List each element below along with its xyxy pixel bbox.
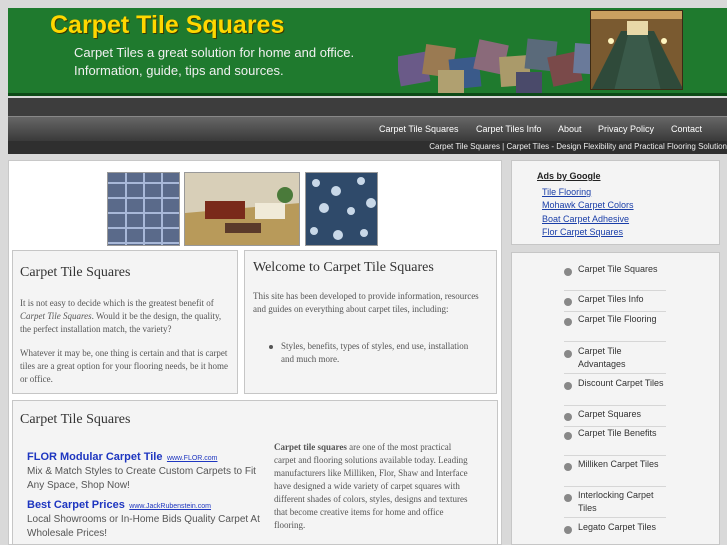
carpet-tile-photo-1 bbox=[107, 172, 180, 246]
breadcrumb: Carpet Tile Squares | Carpet Tiles - Des… bbox=[429, 142, 727, 151]
sidebar-item-interlocking-carpet-tiles[interactable]: Interlocking Carpet Tiles bbox=[564, 489, 666, 518]
sidebar-item-carpet-tile-flooring[interactable]: Carpet Tile Flooring bbox=[564, 313, 666, 342]
article-box: Carpet Tile Squares FLOR Modular Carpet … bbox=[12, 400, 498, 545]
welcome-intro: This site has been developed to provide … bbox=[253, 291, 479, 314]
bullet-icon bbox=[564, 413, 572, 421]
sidebar-item-label: Carpet Squares bbox=[578, 409, 642, 419]
carpet-tile-photo-2 bbox=[305, 172, 378, 246]
nav-privacy-policy[interactable]: Privacy Policy bbox=[598, 124, 654, 134]
intro-p1-emphasis: Carpet Tile Squares bbox=[20, 311, 92, 321]
tagline-line-1: Carpet Tiles a great solution for home a… bbox=[74, 45, 355, 60]
ad-1-url[interactable]: www.FLOR.com bbox=[167, 455, 218, 462]
bullet-dot-icon bbox=[269, 345, 273, 349]
tagline-line-2: Information, guide, tips and sources. bbox=[74, 63, 284, 78]
intro-paragraph-2: Whatever it may be, one thing is certain… bbox=[20, 348, 228, 384]
bullet-icon bbox=[564, 268, 572, 276]
ad-1-text: Mix & Match Styles to Create Custom Carp… bbox=[27, 466, 256, 491]
nav-about[interactable]: About bbox=[558, 124, 582, 134]
sponsored-ad-2[interactable]: Best Carpet Prices www.JackRubenstein.co… bbox=[27, 495, 272, 541]
main-nav: Carpet Tile Squares Carpet Tiles Info Ab… bbox=[8, 116, 727, 141]
welcome-box: Welcome to Carpet Tile Squares This site… bbox=[244, 250, 497, 394]
sidebar-item-carpet-tile-squares[interactable]: Carpet Tile Squares bbox=[564, 263, 666, 291]
nav-contact[interactable]: Contact bbox=[671, 124, 702, 134]
ad-2-text: Local Showrooms or In-Home Bids Quality … bbox=[27, 514, 260, 539]
sidebar-item-label: Carpet Tile Advantages bbox=[578, 346, 626, 369]
hallway-photo bbox=[590, 10, 683, 90]
sidebar-menu: Carpet Tile Squares Carpet Tiles Info Ca… bbox=[511, 252, 720, 545]
sidebar-item-label: Discount Carpet Tiles bbox=[578, 378, 664, 388]
ad-link-tile-flooring[interactable]: Tile Flooring bbox=[542, 187, 591, 197]
sidebar-item-label: Carpet Tile Squares bbox=[578, 264, 658, 274]
article-body: Carpet tile squares are one of the most … bbox=[274, 441, 470, 532]
sidebar-item-label: Interlocking Carpet Tiles bbox=[578, 490, 654, 513]
welcome-list: Styles, benefits, types of styles, end u… bbox=[269, 340, 469, 366]
sidebar-item-milliken-carpet-tiles[interactable]: Milliken Carpet Tiles bbox=[564, 458, 666, 487]
ad-link-mohawk[interactable]: Mohawk Carpet Colors bbox=[542, 200, 634, 210]
ad-2-title[interactable]: Best Carpet Prices bbox=[27, 499, 125, 511]
ad-1-title[interactable]: FLOR Modular Carpet Tile bbox=[27, 451, 162, 463]
sidebar-item-carpet-tiles-info[interactable]: Carpet Tiles Info bbox=[564, 293, 666, 312]
bullet-icon bbox=[564, 382, 572, 390]
sidebar-item-label: Carpet Tile Flooring bbox=[578, 314, 657, 324]
google-ads-box: Ads by Google Tile Flooring Mohawk Carpe… bbox=[511, 160, 720, 245]
bullet-icon bbox=[564, 494, 572, 502]
carpet-tiles-image bbox=[398, 38, 606, 93]
bullet-icon bbox=[564, 350, 572, 358]
intro-paragraph-1: It is not easy to decide which is the gr… bbox=[20, 297, 234, 336]
intro-p1-start: It is not easy to decide which is the gr… bbox=[20, 298, 214, 308]
article-body-lead: Carpet tile squares bbox=[274, 442, 347, 452]
sidebar-item-label: Milliken Carpet Tiles bbox=[578, 459, 659, 469]
sidebar-item-carpet-tile-benefits[interactable]: Carpet Tile Benefits bbox=[564, 427, 666, 456]
bullet-icon bbox=[564, 526, 572, 534]
ad-2-url[interactable]: www.JackRubenstein.com bbox=[129, 503, 211, 510]
intro-box-title: Carpet Tile Squares bbox=[20, 265, 131, 280]
intro-box: Carpet Tile Squares It is not easy to de… bbox=[12, 250, 238, 394]
breadcrumb-bar: Carpet Tile Squares | Carpet Tiles - Des… bbox=[8, 141, 727, 154]
site-title[interactable]: Carpet Tile Squares bbox=[50, 11, 284, 40]
site-header: Carpet Tile Squares Carpet Tiles a great… bbox=[8, 8, 727, 96]
ad-link-flor-squares[interactable]: Flor Carpet Squares bbox=[542, 227, 623, 237]
nav-spacer bbox=[8, 98, 727, 116]
welcome-box-title: Welcome to Carpet Tile Squares bbox=[253, 260, 434, 275]
bullet-icon bbox=[564, 318, 572, 326]
ad-link-boat-adhesive[interactable]: Boat Carpet Adhesive bbox=[542, 214, 629, 224]
sidebar-item-carpet-tile-advantages[interactable]: Carpet Tile Advantages bbox=[564, 345, 666, 374]
tagline: Carpet Tiles a great solution for home a… bbox=[74, 44, 374, 80]
sidebar-item-discount-carpet-tiles[interactable]: Discount Carpet Tiles bbox=[564, 377, 666, 406]
nav-carpet-tiles-info[interactable]: Carpet Tiles Info bbox=[476, 124, 542, 134]
bullet-icon bbox=[564, 432, 572, 440]
living-room-photo bbox=[184, 172, 300, 246]
bullet-icon bbox=[564, 463, 572, 471]
welcome-list-item: Styles, benefits, types of styles, end u… bbox=[281, 341, 469, 364]
bullet-icon bbox=[564, 298, 572, 306]
article-body-text: are one of the most practical carpet and… bbox=[274, 442, 468, 530]
sidebar-item-label: Legato Carpet Tiles bbox=[578, 522, 657, 532]
sidebar-item-carpet-squares[interactable]: Carpet Squares bbox=[564, 408, 666, 427]
nav-carpet-tile-squares[interactable]: Carpet Tile Squares bbox=[379, 124, 459, 134]
sidebar-item-legato-carpet-tiles[interactable]: Legato Carpet Tiles bbox=[564, 521, 666, 545]
ads-by-google-label[interactable]: Ads by Google bbox=[537, 171, 601, 181]
sidebar-item-label: Carpet Tile Benefits bbox=[578, 428, 657, 438]
sidebar-item-label: Carpet Tiles Info bbox=[578, 294, 644, 304]
sponsored-ad-1[interactable]: FLOR Modular Carpet Tile www.FLOR.com Mi… bbox=[27, 447, 272, 493]
article-box-title: Carpet Tile Squares bbox=[20, 412, 131, 427]
